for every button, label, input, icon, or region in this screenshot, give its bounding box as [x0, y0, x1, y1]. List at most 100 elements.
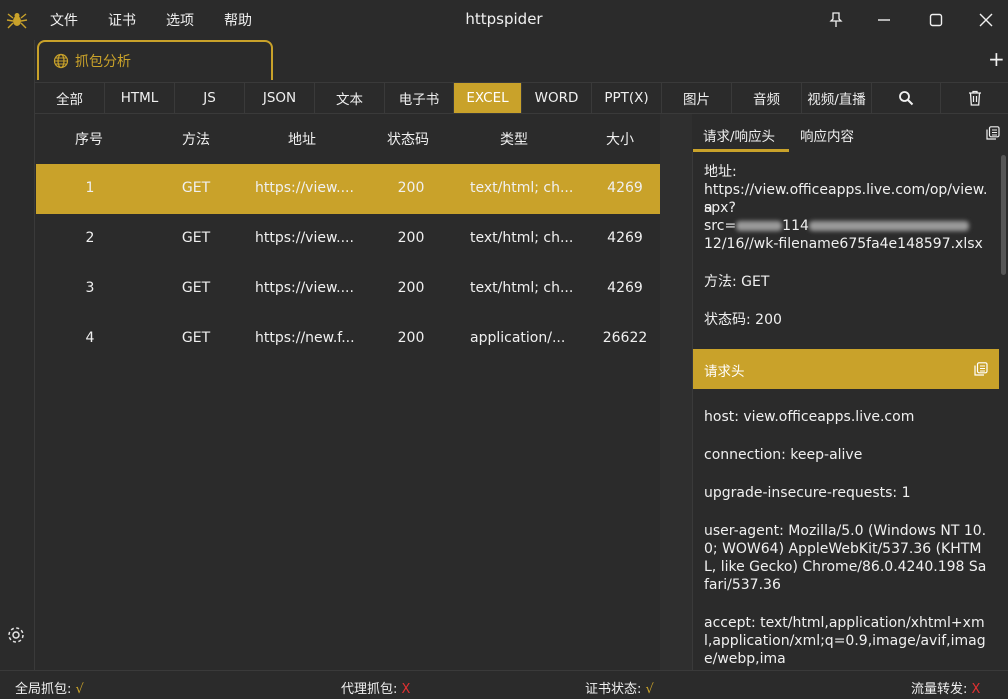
address-line-4: 12/16//wk-filename675fa4e148597.xlsx [704, 236, 983, 252]
cell-status: 200 [397, 180, 425, 196]
cert-status-state: √ [645, 682, 654, 697]
minimize-icon [878, 19, 890, 21]
filter-ebook[interactable]: 电子书 [385, 83, 454, 113]
cell-index: 2 [85, 230, 95, 246]
tab-request-response-headers[interactable]: 请求/响应头 [703, 125, 775, 145]
search-button[interactable] [872, 83, 941, 113]
filter-js[interactable]: JS [175, 83, 245, 113]
cert-status-label: 证书状态: [585, 682, 642, 697]
cell-size: 4269 [607, 280, 643, 296]
col-header-status[interactable]: 状态码 [374, 129, 442, 149]
cell-size: 4269 [607, 180, 643, 196]
cell-url: https://view.... [255, 230, 354, 246]
redacted-text [808, 221, 969, 231]
col-header-url[interactable]: 地址 [268, 129, 336, 149]
cell-index: 3 [85, 280, 95, 296]
left-rail [0, 40, 35, 670]
copy-icon[interactable] [986, 126, 1000, 140]
proxy-capture-status: 代理抓包: X [341, 678, 410, 697]
cell-method: GET [181, 280, 211, 296]
filter-ppt[interactable]: PPT(X) [592, 83, 662, 113]
filter-video[interactable]: 视频/直播 [802, 83, 872, 113]
cert-status: 证书状态: √ [585, 678, 654, 697]
tab-capture-analysis[interactable]: 抓包分析 [37, 40, 273, 80]
request-table: 序号 方法 地址 状态码 类型 大小 1 GET https://view...… [35, 114, 690, 670]
minimize-button[interactable] [870, 6, 898, 34]
settings-gear-icon [8, 627, 24, 643]
copy-icon[interactable] [974, 362, 988, 376]
trash-icon [968, 90, 981, 106]
table-row[interactable]: 4 GET https://new.f... 200 application/.… [36, 314, 679, 364]
request-header-title: 请求头 [704, 364, 745, 380]
address-line-3: src= 114 [704, 217, 989, 235]
cell-url: https://new.f... [255, 330, 355, 346]
filter-audio[interactable]: 音频 [732, 83, 802, 113]
cell-type: text/html; ch... [470, 280, 574, 296]
redacted-text [736, 221, 783, 231]
filter-text[interactable]: 文本 [315, 83, 385, 113]
col-header-index[interactable]: 序号 [55, 129, 123, 149]
header-host: host: view.officeapps.live.com [704, 409, 915, 425]
address-label: 地址: [704, 164, 737, 180]
panel-splitter[interactable] [660, 114, 692, 670]
clear-button[interactable] [941, 83, 1008, 113]
header-user-agent: user-agent: Mozilla/5.0 (Windows NT 10.0… [704, 523, 987, 593]
cell-status: 200 [397, 230, 425, 246]
traffic-forward-label: 流量转发: [911, 682, 968, 697]
detail-scrollbar[interactable] [1001, 155, 1006, 275]
address-src-prefix: src= [704, 218, 737, 234]
tab-label: 抓包分析 [75, 54, 131, 70]
cell-type: text/html; ch... [470, 180, 574, 196]
global-capture-state: √ [75, 682, 84, 697]
cell-method: GET [181, 180, 211, 196]
globe-icon [53, 53, 69, 69]
pin-button[interactable] [822, 6, 850, 34]
header-accept: accept: text/html,application/xhtml+xml,… [704, 615, 986, 667]
col-header-size[interactable]: 大小 [586, 129, 654, 149]
address-src-mid: 114 [782, 218, 809, 234]
maximize-icon [929, 13, 943, 27]
global-capture-label: 全局抓包: [15, 682, 72, 697]
detail-tabs: 请求/响应头 响应内容 [692, 114, 1008, 152]
filter-word[interactable]: WORD [522, 83, 592, 113]
filter-all[interactable]: 全部 [35, 83, 105, 113]
cell-method: GET [181, 330, 211, 346]
method-value: 方法: GET [704, 274, 770, 290]
cell-method: GET [181, 230, 211, 246]
title-bar: 文件 证书 选项 帮助 httpspider [0, 0, 1008, 40]
tab-response-content[interactable]: 响应内容 [800, 125, 854, 145]
status-bar: 全局抓包: √ 代理抓包: X 证书状态: √ 流量转发: X [0, 670, 1008, 699]
cell-url: https://view.... [255, 180, 354, 196]
filter-json[interactable]: JSON [245, 83, 315, 113]
cell-status: 200 [397, 330, 425, 346]
proxy-capture-label: 代理抓包: [341, 682, 398, 697]
col-header-type[interactable]: 类型 [480, 129, 548, 149]
filter-excel[interactable]: EXCEL [454, 83, 522, 113]
cell-type: application/... [470, 330, 566, 346]
cell-type: text/html; ch... [470, 230, 574, 246]
filter-image[interactable]: 图片 [662, 83, 732, 113]
search-icon [899, 91, 914, 106]
header-upgrade-insecure: upgrade-insecure-requests: 1 [704, 485, 911, 501]
filter-html[interactable]: HTML [105, 83, 175, 113]
cell-size: 26622 [602, 330, 648, 346]
table-row[interactable]: 1 GET https://view.... 200 text/html; ch… [36, 164, 679, 214]
add-tab-button[interactable]: + [988, 49, 1005, 69]
close-button[interactable] [972, 6, 1000, 34]
status-value: 状态码: 200 [704, 312, 782, 328]
settings-button[interactable] [5, 624, 27, 646]
table-row[interactable]: 3 GET https://view.... 200 text/html; ch… [36, 264, 679, 314]
traffic-forward-state: X [971, 682, 981, 697]
proxy-capture-state: X [401, 682, 411, 697]
address-line-2: spx? [704, 200, 736, 216]
request-header-section: 请求头 [693, 349, 999, 389]
cell-size: 4269 [607, 230, 643, 246]
detail-body: 地址: https://view.officeapps.live.com/op/… [692, 152, 1001, 670]
global-capture-status: 全局抓包: √ [15, 678, 84, 697]
cell-url: https://view.... [255, 280, 354, 296]
filter-bar: 全部 HTML JS JSON 文本 电子书 EXCEL WORD PPT(X)… [35, 82, 1008, 114]
maximize-button[interactable] [922, 6, 950, 34]
close-icon [979, 13, 993, 27]
col-header-method[interactable]: 方法 [162, 129, 230, 149]
table-row[interactable]: 2 GET https://view.... 200 text/html; ch… [36, 214, 679, 264]
